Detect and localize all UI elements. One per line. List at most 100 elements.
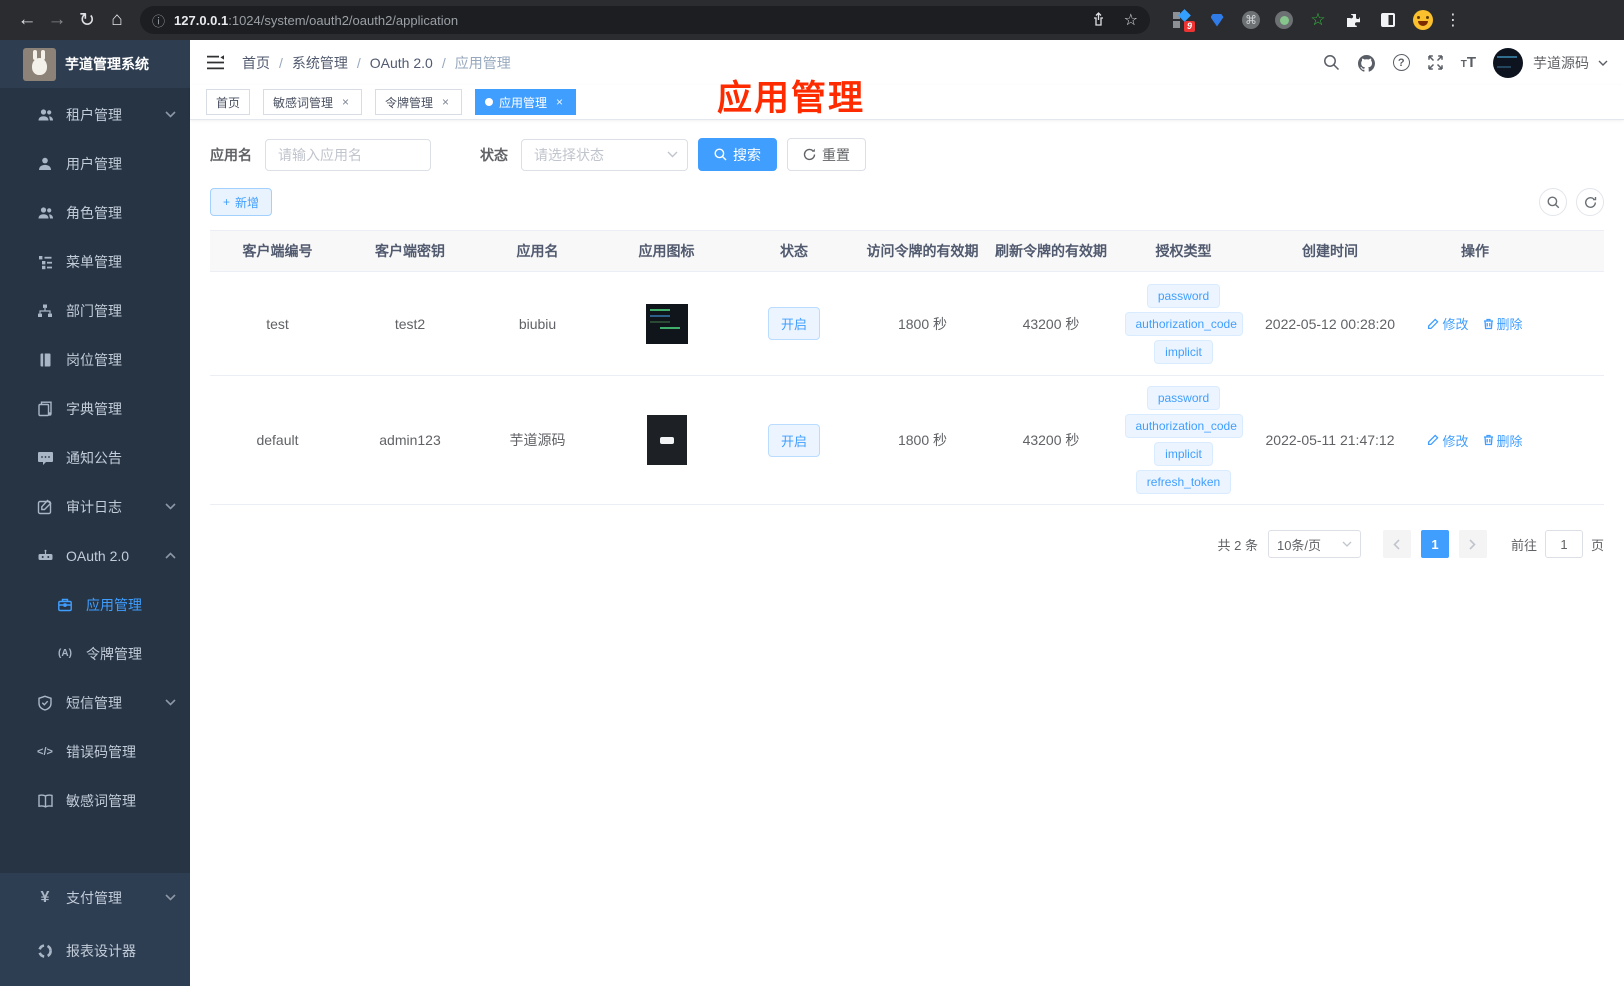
message-icon bbox=[36, 449, 54, 467]
browser-reload-icon[interactable]: ↻ bbox=[72, 9, 102, 32]
appname-input[interactable] bbox=[265, 138, 431, 171]
edit-link[interactable]: 修改 bbox=[1427, 431, 1469, 450]
split-view-icon[interactable] bbox=[1378, 10, 1398, 30]
page-size-select[interactable]: 10条/页 bbox=[1267, 530, 1361, 558]
help-icon[interactable]: ? bbox=[1392, 54, 1410, 71]
appname-label: 应用名 bbox=[210, 146, 252, 163]
status-badge[interactable]: 开启 bbox=[767, 307, 820, 340]
share-icon[interactable] bbox=[1091, 12, 1106, 28]
active-dot bbox=[485, 98, 494, 106]
extension-gem-icon[interactable] bbox=[1207, 10, 1227, 30]
delete-link[interactable]: 删除 bbox=[1483, 314, 1523, 333]
tab-home[interactable]: 首页 bbox=[206, 89, 251, 115]
app-logo[interactable]: 芋道管理系统 bbox=[0, 40, 190, 88]
sidebar-bottom-section: ¥ 支付管理 报表设计器 bbox=[0, 873, 190, 986]
sidebar-item-oauth-token[interactable]: (A) 令牌管理 bbox=[0, 629, 190, 678]
logo-image bbox=[23, 47, 56, 81]
grant-type-tags: password authorization_code implicit ref… bbox=[1124, 386, 1243, 494]
cell-client-id: test bbox=[266, 315, 289, 332]
status-badge[interactable]: 开启 bbox=[767, 423, 820, 457]
sidebar-item-sensitive[interactable]: 敏感词管理 bbox=[0, 776, 190, 825]
sidebar-item-audit[interactable]: 审计日志 bbox=[0, 482, 190, 531]
next-page-button[interactable] bbox=[1458, 530, 1487, 558]
cell-client-secret: test2 bbox=[394, 315, 426, 332]
profile-avatar-icon[interactable] bbox=[1413, 10, 1433, 30]
cell-access-validity: 1800 秒 bbox=[897, 315, 948, 332]
sidebar-item-pay[interactable]: ¥ 支付管理 bbox=[0, 873, 190, 922]
browser-toolbar: ← → ↻ ⌂ ⓘ 127.0.0.1:1024/system/oauth2/o… bbox=[0, 0, 1624, 40]
breadcrumb-oauth[interactable]: OAuth 2.0 bbox=[370, 55, 433, 71]
fullscreen-icon[interactable] bbox=[1427, 54, 1444, 71]
github-icon[interactable] bbox=[1357, 54, 1376, 72]
sidebar-item-dict[interactable]: 字典管理 bbox=[0, 384, 190, 433]
table-toolbar: + 新增 bbox=[210, 188, 1604, 216]
username[interactable]: 芋道源码 bbox=[1533, 53, 1589, 73]
app-icon-image bbox=[646, 415, 687, 465]
toggle-search-icon[interactable] bbox=[1539, 188, 1567, 216]
tab-application[interactable]: 应用管理 × bbox=[475, 89, 577, 115]
tab-sensitive[interactable]: 敏感词管理 × bbox=[263, 89, 363, 115]
cell-created-at: 2022-05-12 00:28:20 bbox=[1265, 315, 1395, 332]
goto-label: 前往 bbox=[1510, 537, 1537, 553]
edit-link[interactable]: 修改 bbox=[1427, 314, 1469, 333]
tab-token[interactable]: 令牌管理 × bbox=[375, 89, 463, 115]
cell-client-secret: admin123 bbox=[379, 432, 441, 448]
extension-star-icon[interactable]: ☆ bbox=[1308, 10, 1328, 30]
sidebar-item-dept[interactable]: 部门管理 bbox=[0, 286, 190, 335]
browser-forward-icon[interactable]: → bbox=[42, 9, 72, 31]
filter-form: 应用名 状态 请选择状态 搜索 重置 bbox=[210, 138, 1604, 171]
page-info-icon[interactable]: ⓘ bbox=[152, 11, 165, 30]
sidebar-item-report[interactable]: 报表设计器 bbox=[0, 922, 190, 980]
sidebar-item-user[interactable]: 用户管理 bbox=[0, 139, 190, 188]
address-bar[interactable]: ⓘ 127.0.0.1:1024/system/oauth2/oauth2/ap… bbox=[140, 6, 1150, 34]
browser-home-icon[interactable]: ⌂ bbox=[102, 9, 132, 31]
sidebar-collapse-icon[interactable] bbox=[206, 55, 225, 70]
prev-page-button[interactable] bbox=[1382, 530, 1411, 558]
user-avatar[interactable] bbox=[1493, 47, 1523, 78]
sidebar-item-sms[interactable]: 短信管理 bbox=[0, 678, 190, 727]
sidebar-item-post[interactable]: 岗位管理 bbox=[0, 335, 190, 384]
sidebar-item-oauth[interactable]: OAuth 2.0 bbox=[0, 531, 190, 580]
delete-link[interactable]: 删除 bbox=[1483, 431, 1523, 450]
search-button[interactable]: 搜索 bbox=[698, 138, 777, 171]
page-1-button[interactable]: 1 bbox=[1420, 530, 1449, 558]
extension-record-icon[interactable] bbox=[1275, 11, 1293, 29]
add-button[interactable]: + 新增 bbox=[210, 188, 273, 216]
browser-back-icon[interactable]: ← bbox=[12, 9, 42, 31]
goto-page-input[interactable] bbox=[1544, 530, 1583, 558]
briefcase-icon bbox=[56, 596, 74, 614]
chevron-down-icon bbox=[165, 503, 176, 510]
breadcrumb-system[interactable]: 系统管理 bbox=[292, 53, 348, 73]
close-icon[interactable]: × bbox=[553, 95, 566, 109]
font-size-icon[interactable]: TT bbox=[1461, 54, 1476, 72]
extension-command-icon[interactable]: ⌘ bbox=[1242, 11, 1260, 29]
status-select[interactable]: 请选择状态 bbox=[521, 138, 688, 171]
code-icon: </> bbox=[37, 745, 53, 758]
close-icon[interactable]: × bbox=[439, 95, 452, 109]
breadcrumb-home[interactable]: 首页 bbox=[242, 53, 270, 73]
breadcrumb: 首页 / 系统管理 / OAuth 2.0 / 应用管理 bbox=[242, 53, 511, 73]
close-icon[interactable]: × bbox=[339, 95, 352, 109]
user-caret-icon[interactable] bbox=[1598, 60, 1608, 66]
reset-button[interactable]: 重置 bbox=[787, 138, 866, 171]
header-search-icon[interactable] bbox=[1323, 54, 1340, 71]
sidebar-item-tenant[interactable]: 租户管理 bbox=[0, 90, 190, 139]
refresh-table-icon[interactable] bbox=[1576, 188, 1604, 216]
url-host: 127.0.0.1 bbox=[174, 12, 229, 28]
chevron-down-icon bbox=[165, 894, 176, 901]
bookmark-star-icon[interactable]: ☆ bbox=[1124, 10, 1138, 30]
extension-blocker-icon[interactable]: 9 bbox=[1172, 9, 1195, 32]
sidebar-item-notice[interactable]: 通知公告 bbox=[0, 433, 190, 482]
sidebar-item-errcode[interactable]: </> 错误码管理 bbox=[0, 727, 190, 776]
cell-app-name: biubiu bbox=[518, 315, 557, 332]
sidebar-item-oauth-application[interactable]: 应用管理 bbox=[0, 580, 190, 629]
sidebar-item-role[interactable]: 角色管理 bbox=[0, 188, 190, 237]
sidebar: 芋道管理系统 租户管理 用户管理 角色管理 菜单管理 部门管理 岗位管理 字典管… bbox=[0, 40, 190, 986]
extensions-puzzle-icon[interactable] bbox=[1343, 10, 1363, 30]
robot-icon bbox=[36, 547, 54, 565]
chevron-down-icon bbox=[165, 699, 176, 706]
chevron-down-icon bbox=[165, 111, 176, 118]
browser-menu-icon[interactable]: ⋮ bbox=[1445, 10, 1462, 30]
cell-refresh-validity: 43200 秒 bbox=[1022, 432, 1080, 448]
sidebar-item-menu[interactable]: 菜单管理 bbox=[0, 237, 190, 286]
